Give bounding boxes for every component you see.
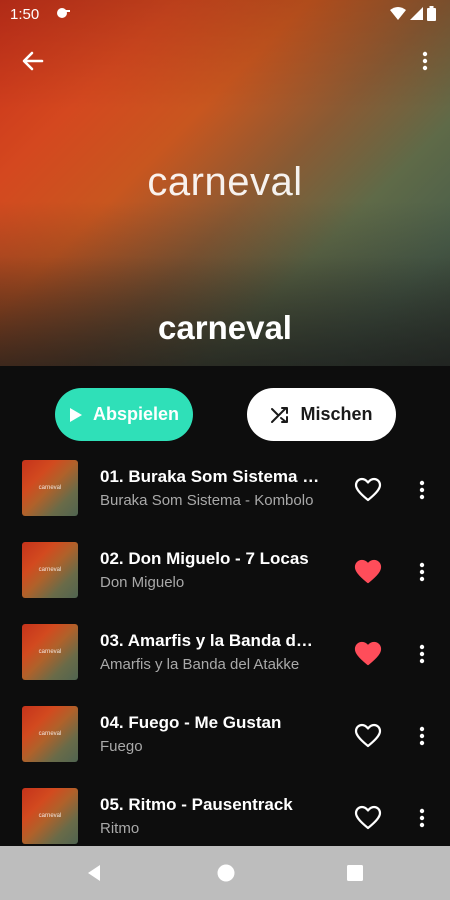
track-list: carneval 01. Buraka Som Sistema - Kombol…: [0, 445, 450, 845]
cover-art-text: carneval: [147, 160, 303, 204]
track-artist: Fuego: [100, 738, 143, 755]
more-vertical-icon[interactable]: [414, 559, 430, 585]
heart-icon[interactable]: [354, 559, 382, 585]
nav-home-icon[interactable]: [215, 862, 237, 884]
shuffle-button[interactable]: Mischen: [247, 388, 396, 441]
more-vertical-icon[interactable]: [414, 723, 430, 749]
track-title: 03. Amarfis y la Banda del Atakke: [100, 631, 322, 650]
track-artist: Amarfis y la Banda del Atakke: [100, 656, 300, 673]
track-row[interactable]: carneval 05. Ritmo - Pausentrack Ritmo: [0, 773, 450, 845]
track-title: 04. Fuego - Me Gustan: [100, 713, 282, 732]
play-button[interactable]: Abspielen: [55, 388, 193, 441]
more-vertical-icon[interactable]: [414, 641, 430, 667]
signal-icon: [410, 7, 423, 20]
track-thumbnail: carneval: [22, 788, 78, 844]
album-screen: 1:50 carneval carneval Abspielen Mischen…: [0, 0, 450, 900]
notification-icon: [57, 8, 70, 18]
system-navigation-bar: [0, 846, 450, 900]
track-title: 01. Buraka Som Sistema - Kombolo: [100, 467, 322, 486]
thumbnail-text: carneval: [38, 813, 62, 819]
more-vertical-icon[interactable]: [414, 477, 430, 503]
track-title: 02. Don Miguelo - 7 Locas: [100, 549, 309, 568]
track-row[interactable]: carneval 03. Amarfis y la Banda del Atak…: [0, 609, 450, 691]
thumbnail-text: carneval: [38, 649, 62, 655]
status-time: 1:50: [10, 6, 40, 23]
track-thumbnail: carneval: [22, 542, 78, 598]
more-vertical-icon[interactable]: [418, 48, 432, 74]
album-title: carneval: [158, 309, 292, 346]
thumbnail-text: carneval: [38, 731, 62, 737]
app-bar: [0, 40, 450, 80]
track-artist: Don Miguelo: [100, 574, 185, 591]
heart-icon[interactable]: [354, 805, 382, 831]
shuffle-button-label: Mischen: [300, 404, 373, 424]
nav-recents-icon[interactable]: [344, 862, 366, 884]
heart-icon[interactable]: [354, 641, 382, 667]
track-thumbnail: carneval: [22, 706, 78, 762]
track-thumbnail: carneval: [22, 624, 78, 680]
wifi-icon: [390, 7, 406, 20]
track-title: 05. Ritmo - Pausentrack: [100, 795, 293, 814]
more-vertical-icon[interactable]: [414, 805, 430, 831]
heart-icon[interactable]: [354, 723, 382, 749]
status-bar: 1:50: [0, 0, 450, 30]
status-icons: [390, 6, 436, 21]
arrow-left-icon[interactable]: [18, 48, 48, 74]
nav-back-icon[interactable]: [83, 862, 105, 884]
track-row[interactable]: carneval 04. Fuego - Me Gustan Fuego: [0, 691, 450, 773]
track-artist: Buraka Som Sistema - Kombolo: [100, 492, 314, 509]
thumbnail-text: carneval: [38, 567, 62, 573]
heart-icon[interactable]: [354, 477, 382, 503]
track-thumbnail: carneval: [22, 460, 78, 516]
track-row[interactable]: carneval 01. Buraka Som Sistema - Kombol…: [0, 445, 450, 527]
battery-icon: [427, 6, 436, 21]
shuffle-icon: [271, 406, 289, 423]
thumbnail-text: carneval: [38, 485, 62, 491]
track-row[interactable]: carneval 02. Don Miguelo - 7 Locas Don M…: [0, 527, 450, 609]
track-artist: Ritmo: [100, 820, 140, 837]
play-button-label: Abspielen: [92, 404, 180, 424]
play-icon: [69, 407, 82, 422]
